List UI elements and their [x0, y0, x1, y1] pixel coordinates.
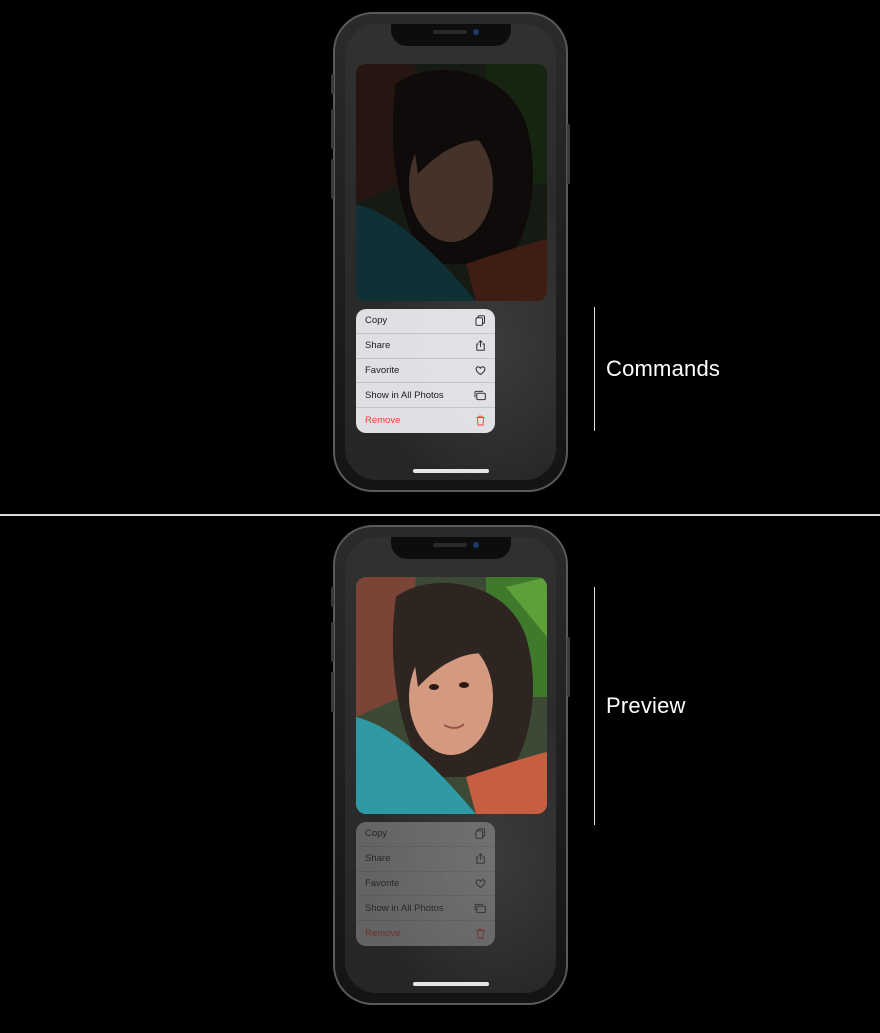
menu-item-remove[interactable]: Remove: [356, 408, 495, 433]
share-icon: [474, 853, 486, 865]
preview-label: Preview: [606, 693, 686, 718]
share-icon: [474, 340, 486, 352]
menu-item-show-in-all-photos[interactable]: Show in All Photos: [356, 896, 495, 921]
context-menu: Copy Share Favorite Show in All Photos R…: [356, 309, 495, 433]
menu-item-label: Copy: [365, 828, 388, 840]
menu-item-copy[interactable]: Copy: [356, 822, 495, 847]
menu-item-label: Show in All Photos: [365, 902, 444, 914]
home-indicator: [412, 469, 489, 473]
phone-screen: Copy Share Favorite Show in All Photos R…: [345, 537, 556, 993]
menu-item-label: Favorite: [365, 877, 400, 889]
menu-item-label: Remove: [365, 928, 401, 940]
notch: [390, 24, 511, 46]
menu-item-share[interactable]: Share: [356, 334, 495, 359]
portrait-photo: [356, 64, 547, 301]
phone-frame: Copy Share Favorite Show in All Photos R…: [331, 525, 570, 1005]
heart-icon: [474, 364, 486, 376]
phone-screen: Copy Share Favorite Show in All Photos R…: [345, 24, 556, 480]
copy-icon: [474, 828, 486, 840]
photo-preview[interactable]: [356, 577, 547, 814]
commands-label: Commands: [606, 356, 721, 381]
menu-item-show-in-all-photos[interactable]: Show in All Photos: [356, 383, 495, 409]
photos-stack-icon: [474, 902, 486, 914]
menu-item-copy[interactable]: Copy: [356, 309, 495, 334]
trash-icon: [474, 928, 486, 940]
menu-item-label: Show in All Photos: [365, 389, 444, 401]
photos-stack-icon: [474, 389, 486, 401]
home-indicator: [412, 982, 489, 986]
annotation-bracket: [594, 587, 595, 825]
portrait-photo: [356, 577, 547, 814]
mute-switch: [331, 74, 334, 94]
mute-switch: [331, 587, 334, 607]
context-menu: Copy Share Favorite Show in All Photos R…: [356, 822, 495, 946]
volume-up-button: [331, 109, 334, 149]
menu-item-label: Copy: [365, 315, 388, 327]
side-button: [567, 637, 570, 697]
panel-divider: [0, 514, 880, 516]
menu-item-label: Favorite: [365, 364, 400, 376]
commands-panel: Copy Share Favorite Show in All Photos R…: [0, 0, 880, 516]
menu-item-label: Share: [365, 853, 391, 865]
trash-icon: [474, 415, 486, 427]
preview-panel: Copy Share Favorite Show in All Photos R…: [0, 517, 880, 1033]
menu-item-label: Remove: [365, 415, 401, 427]
phone-frame: Copy Share Favorite Show in All Photos R…: [331, 12, 570, 492]
copy-icon: [474, 315, 486, 327]
menu-item-remove[interactable]: Remove: [356, 921, 495, 946]
heart-icon: [474, 877, 486, 889]
photo-preview[interactable]: [356, 64, 547, 301]
volume-down-button: [331, 672, 334, 712]
annotation-bracket: [594, 307, 595, 431]
menu-item-share[interactable]: Share: [356, 847, 495, 872]
notch: [390, 537, 511, 559]
volume-up-button: [331, 622, 334, 662]
volume-down-button: [331, 159, 334, 199]
menu-item-favorite[interactable]: Favorite: [356, 872, 495, 897]
menu-item-favorite[interactable]: Favorite: [356, 359, 495, 384]
menu-item-label: Share: [365, 340, 391, 352]
side-button: [567, 124, 570, 184]
